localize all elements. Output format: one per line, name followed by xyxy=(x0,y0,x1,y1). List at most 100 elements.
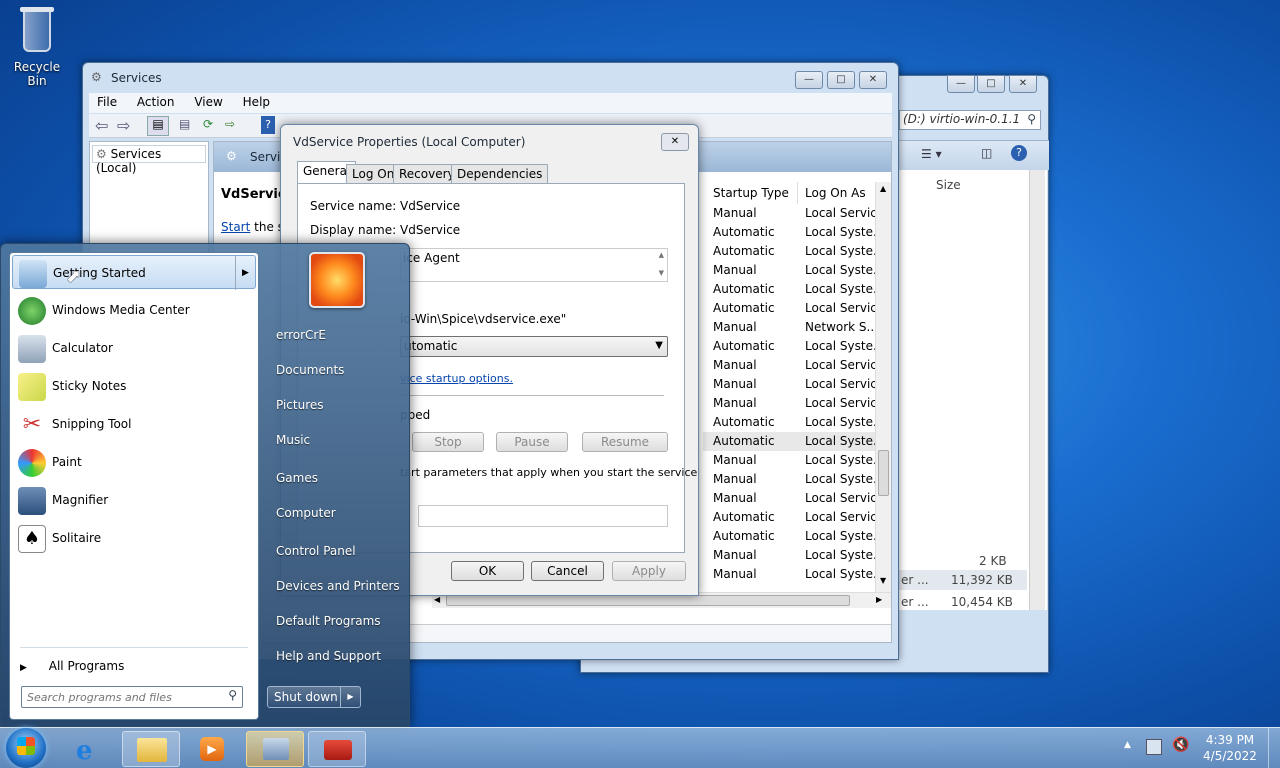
minimize-button[interactable]: — xyxy=(795,71,823,89)
taskbar-toolbox[interactable] xyxy=(308,731,366,767)
service-row[interactable]: Automatic Local Syste... xyxy=(703,223,875,242)
control-panel-item[interactable]: Control Panel xyxy=(276,544,356,558)
service-row[interactable]: Automatic Local Syste... xyxy=(703,432,875,451)
clock[interactable]: 4:39 PM 4/5/2022 xyxy=(1190,732,1270,764)
show-hidden-icons-icon[interactable]: ▲ xyxy=(1124,740,1131,750)
service-row[interactable]: Manual Local Syste... xyxy=(703,261,875,280)
menu-help[interactable]: Help xyxy=(243,95,270,109)
preview-pane-icon[interactable]: ◫ xyxy=(981,146,992,160)
address-bar[interactable]: (D:) virtio-win-0.1.1 ⚲ xyxy=(899,110,1041,130)
vertical-scrollbar[interactable] xyxy=(1029,170,1045,610)
help-icon[interactable]: ? xyxy=(1011,145,1027,161)
service-row[interactable]: Manual Local Service xyxy=(703,394,875,413)
user-picture[interactable] xyxy=(309,252,365,308)
scroll-right-icon[interactable]: ▶ xyxy=(876,595,882,604)
service-row[interactable]: Manual Local Syste... xyxy=(703,565,875,584)
help-icon[interactable]: ? xyxy=(261,116,275,134)
scroll-down-icon[interactable]: ▼ xyxy=(880,576,886,585)
music-item[interactable]: Music xyxy=(276,433,310,447)
recycle-bin-shortcut[interactable]: Recycle Bin xyxy=(4,6,70,88)
submenu-arrow-icon[interactable]: ▶ xyxy=(235,256,255,290)
service-row[interactable]: Manual Local Service xyxy=(703,204,875,223)
all-programs-button[interactable]: ▶ All Programs xyxy=(20,659,248,679)
service-row[interactable]: Manual Local Syste... xyxy=(703,546,875,565)
service-row[interactable]: Manual Local Syste... xyxy=(703,470,875,489)
tab-dependencies[interactable]: Dependencies xyxy=(451,164,549,184)
help-and-support-item[interactable]: Help and Support xyxy=(276,649,381,663)
program-sticky-notes[interactable]: Sticky Notes xyxy=(12,369,256,403)
size-column-header[interactable]: Size xyxy=(936,178,961,192)
taskbar-media-player[interactable]: ▶ xyxy=(184,731,242,767)
startup-type-select[interactable]: utomatic ▼ xyxy=(400,336,668,357)
maximize-button[interactable]: □ xyxy=(977,75,1005,93)
program-paint[interactable]: Paint xyxy=(12,445,256,479)
properties-icon[interactable]: ▤ xyxy=(179,117,190,131)
search-box[interactable]: ⚲ xyxy=(21,686,243,708)
computer-item[interactable]: Computer xyxy=(276,506,336,520)
views-icon[interactable]: ☰ ▾ xyxy=(921,147,942,161)
ok-button[interactable]: OK xyxy=(451,561,524,581)
close-button[interactable]: ✕ xyxy=(1009,75,1037,93)
games-item[interactable]: Games xyxy=(276,471,318,485)
program-getting-started[interactable]: Getting Started ▶ xyxy=(12,255,256,290)
start-parameters-input[interactable] xyxy=(418,505,668,527)
file-row[interactable]: er ... 10,454 KB xyxy=(899,592,1027,612)
service-row[interactable]: Manual Local Syste... xyxy=(703,451,875,470)
file-row[interactable]: er ... 11,392 KB xyxy=(899,570,1027,590)
program-magnifier[interactable]: Magnifier xyxy=(12,483,256,517)
console-tree-icon[interactable]: ▤ xyxy=(147,116,169,136)
startup-options-link[interactable]: vice startup options. xyxy=(400,372,513,385)
column-header-startup-type[interactable]: Startup Type xyxy=(713,186,789,200)
service-row[interactable]: Automatic Local Syste... xyxy=(703,242,875,261)
stop-button[interactable]: Stop xyxy=(412,432,484,452)
taskbar-services[interactable] xyxy=(246,731,304,767)
service-row[interactable]: Automatic Local Syste... xyxy=(703,413,875,432)
refresh-icon[interactable]: ⟳ xyxy=(203,117,213,131)
shutdown-button[interactable]: Shut down ▶ xyxy=(267,686,361,708)
documents-item[interactable]: Documents xyxy=(276,363,344,377)
cancel-button[interactable]: Cancel xyxy=(531,561,604,581)
network-status-icon[interactable] xyxy=(1146,739,1162,755)
search-icon[interactable]: ⚲ xyxy=(228,688,237,702)
service-row[interactable]: Automatic Local Syste... xyxy=(703,527,875,546)
scroll-left-icon[interactable]: ◀ xyxy=(434,595,440,604)
program-snipping-tool[interactable]: ✂ Snipping Tool xyxy=(12,407,256,441)
program-solitaire[interactable]: ♠ Solitaire xyxy=(12,521,256,555)
taskbar-internet-explorer[interactable]: e xyxy=(60,731,118,767)
menu-file[interactable]: File xyxy=(97,95,117,109)
service-row[interactable]: Manual Local Service xyxy=(703,356,875,375)
tree-item-services-local[interactable]: ⚙ Services (Local) xyxy=(92,145,206,175)
service-row[interactable]: Automatic Local Syste... xyxy=(703,337,875,356)
service-row[interactable]: Automatic Local Syste... xyxy=(703,280,875,299)
program-calculator[interactable]: Calculator xyxy=(12,331,256,365)
vertical-scrollbar[interactable]: ▲ ▼ xyxy=(875,182,891,592)
service-row[interactable]: Manual Network S... xyxy=(703,318,875,337)
scroll-up-icon[interactable]: ▲ xyxy=(659,251,664,259)
show-desktop-button[interactable] xyxy=(1268,728,1280,768)
resume-button[interactable]: Resume xyxy=(582,432,668,452)
search-input[interactable] xyxy=(27,688,223,707)
start-button[interactable] xyxy=(6,728,46,768)
service-row[interactable]: Manual Local Service xyxy=(703,489,875,508)
maximize-button[interactable]: □ xyxy=(827,71,855,89)
close-button[interactable]: ✕ xyxy=(859,71,887,89)
close-button[interactable]: ✕ xyxy=(661,133,689,151)
start-service-link[interactable]: Start xyxy=(221,220,250,234)
forward-icon[interactable]: ⇨ xyxy=(117,116,130,135)
shutdown-options-arrow-icon[interactable]: ▶ xyxy=(340,687,360,707)
default-programs-item[interactable]: Default Programs xyxy=(276,614,381,628)
scroll-up-icon[interactable]: ▲ xyxy=(880,184,886,193)
scroll-down-icon[interactable]: ▼ xyxy=(659,269,664,277)
menu-action[interactable]: Action xyxy=(137,95,175,109)
service-row[interactable]: Automatic Local Service xyxy=(703,299,875,318)
taskbar-windows-explorer[interactable] xyxy=(122,731,180,767)
program-windows-media-center[interactable]: Windows Media Center xyxy=(12,293,256,327)
pictures-item[interactable]: Pictures xyxy=(276,398,324,412)
column-header-log-on-as[interactable]: Log On As xyxy=(805,186,866,200)
search-icon[interactable]: ⚲ xyxy=(1027,112,1036,126)
export-icon[interactable]: ⇨ xyxy=(225,117,235,131)
scrollbar-thumb[interactable] xyxy=(446,595,850,606)
back-icon[interactable]: ⇦ xyxy=(95,116,108,135)
service-row[interactable]: Manual Local Service xyxy=(703,375,875,394)
volume-muted-icon[interactable]: 🔇 xyxy=(1172,737,1189,753)
